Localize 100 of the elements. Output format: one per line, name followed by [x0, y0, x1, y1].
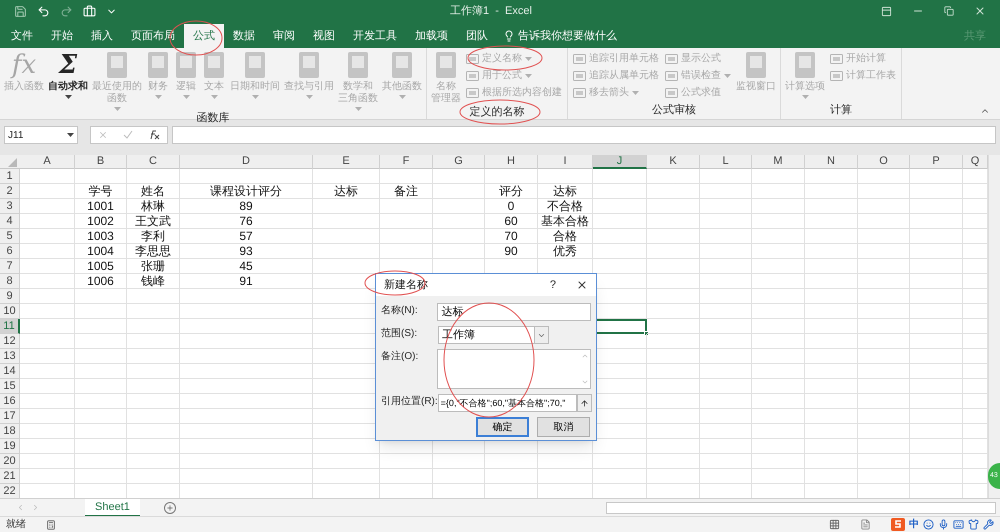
column-header[interactable]: A — [20, 155, 75, 169]
row-header[interactable]: 10 — [0, 304, 20, 319]
table-cell[interactable]: 评分 — [485, 184, 538, 199]
table-cell[interactable]: 60 — [485, 214, 538, 229]
table-cell[interactable]: 基本合格 — [538, 214, 593, 229]
column-header[interactable]: C — [127, 155, 180, 169]
normal-view-icon[interactable] — [829, 519, 840, 530]
table-cell[interactable]: 1002 — [75, 214, 127, 229]
insert-function-icon[interactable] — [148, 130, 160, 140]
sheet-tab[interactable]: Sheet1 — [85, 498, 140, 516]
menu-tab[interactable]: 加载项 — [406, 24, 457, 48]
table-cell[interactable]: 1005 — [75, 259, 127, 274]
menu-tab[interactable]: 开发工具 — [344, 24, 406, 48]
column-header[interactable]: E — [313, 155, 380, 169]
table-cell[interactable]: 课程设计评分 — [180, 184, 313, 199]
input-mode-label[interactable]: 中 — [909, 517, 919, 532]
column-header[interactable]: O — [858, 155, 910, 169]
table-cell[interactable]: 70 — [485, 229, 538, 244]
column-header[interactable]: B — [75, 155, 127, 169]
table-cell[interactable]: 钱峰 — [127, 274, 180, 289]
table-cell[interactable]: 备注 — [380, 184, 433, 199]
column-header[interactable]: H — [485, 155, 538, 169]
row-header[interactable]: 11 — [0, 319, 20, 334]
input-method-logo-icon[interactable] — [891, 518, 905, 531]
table-cell[interactable]: 达标 — [313, 184, 380, 199]
column-header[interactable]: G — [433, 155, 485, 169]
column-header[interactable]: D — [180, 155, 313, 169]
ribbon-button[interactable]: Σ 自动求和 — [46, 48, 90, 111]
row-header[interactable]: 22 — [0, 484, 20, 498]
dialog-button[interactable]: 确定 — [476, 417, 529, 437]
menu-tab[interactable]: 团队 — [457, 24, 497, 48]
column-header[interactable]: M — [752, 155, 805, 169]
table-cell[interactable]: 张珊 — [127, 259, 180, 274]
column-header[interactable]: N — [805, 155, 858, 169]
table-cell[interactable]: 1001 — [75, 199, 127, 214]
formula-field[interactable] — [172, 126, 996, 144]
table-cell[interactable]: 李利 — [127, 229, 180, 244]
menu-tab[interactable]: 插入 — [82, 24, 122, 48]
row-header[interactable]: 18 — [0, 424, 20, 439]
menu-tab[interactable]: 视图 — [304, 24, 344, 48]
table-cell[interactable]: 不合格 — [538, 199, 593, 214]
wrench-icon[interactable] — [983, 519, 994, 530]
table-cell[interactable]: 93 — [180, 244, 313, 259]
page-layout-icon[interactable] — [860, 519, 871, 530]
row-header[interactable]: 21 — [0, 469, 20, 484]
table-cell[interactable]: 45 — [180, 259, 313, 274]
row-header[interactable]: 16 — [0, 394, 20, 409]
emoji-icon[interactable] — [923, 519, 934, 530]
row-header[interactable]: 12 — [0, 334, 20, 349]
keyboard-icon[interactable] — [953, 519, 964, 530]
table-cell[interactable]: 1006 — [75, 274, 127, 289]
table-cell[interactable]: 姓名 — [127, 184, 180, 199]
table-cell[interactable]: 91 — [180, 274, 313, 289]
table-cell[interactable]: 1004 — [75, 244, 127, 259]
collapse-dialog-button[interactable] — [576, 394, 592, 412]
column-header[interactable]: L — [700, 155, 752, 169]
restore-icon[interactable] — [944, 6, 954, 16]
table-cell[interactable]: 0 — [485, 199, 538, 214]
column-header[interactable]: K — [647, 155, 700, 169]
row-header[interactable]: 17 — [0, 409, 20, 424]
menu-tab[interactable]: 审阅 — [264, 24, 304, 48]
table-cell[interactable]: 合格 — [538, 229, 593, 244]
column-header[interactable]: P — [910, 155, 963, 169]
cancel-icon[interactable] — [98, 130, 108, 140]
macro-record-icon[interactable] — [46, 520, 56, 530]
fill-handle[interactable] — [644, 331, 649, 336]
name-box[interactable]: J11 — [4, 126, 78, 144]
table-cell[interactable]: 76 — [180, 214, 313, 229]
row-header[interactable]: 19 — [0, 439, 20, 454]
row-header[interactable]: 6 — [0, 244, 20, 259]
menu-tab[interactable]: 文件 — [2, 24, 42, 48]
row-header[interactable]: 7 — [0, 259, 20, 274]
row-header[interactable]: 20 — [0, 454, 20, 469]
row-header[interactable]: 5 — [0, 229, 20, 244]
horizontal-scrollbar[interactable] — [606, 502, 996, 514]
row-header[interactable]: 8 — [0, 274, 20, 289]
tell-me-field[interactable]: 告诉我你想要做什么 — [518, 28, 617, 44]
table-cell[interactable]: 优秀 — [538, 244, 593, 259]
row-header[interactable]: 13 — [0, 349, 20, 364]
microphone-icon[interactable] — [938, 519, 949, 530]
table-cell[interactable]: 57 — [180, 229, 313, 244]
row-header[interactable]: 1 — [0, 169, 20, 184]
help-button[interactable]: ? — [550, 276, 556, 294]
row-header[interactable]: 2 — [0, 184, 20, 199]
table-cell[interactable]: 1003 — [75, 229, 127, 244]
table-cell[interactable]: 林琳 — [127, 199, 180, 214]
previous-sheet-icon[interactable] — [16, 503, 25, 512]
name-input[interactable]: 达标 — [437, 303, 591, 321]
row-header[interactable]: 3 — [0, 199, 20, 214]
reference-field[interactable]: ={0,"不合格";60,"基本合格";70," — [438, 394, 577, 412]
table-cell[interactable]: 达标 — [538, 184, 593, 199]
close-icon[interactable] — [576, 279, 588, 291]
row-header[interactable]: 9 — [0, 289, 20, 304]
ribbon-options-icon[interactable] — [881, 6, 892, 16]
menu-tab[interactable]: 数据 — [224, 24, 264, 48]
column-header[interactable]: J — [593, 155, 647, 169]
row-header[interactable]: 4 — [0, 214, 20, 229]
menu-tab[interactable]: 开始 — [42, 24, 82, 48]
vertical-scrollbar[interactable] — [988, 155, 1000, 498]
menu-tab[interactable]: 公式 — [184, 24, 224, 48]
